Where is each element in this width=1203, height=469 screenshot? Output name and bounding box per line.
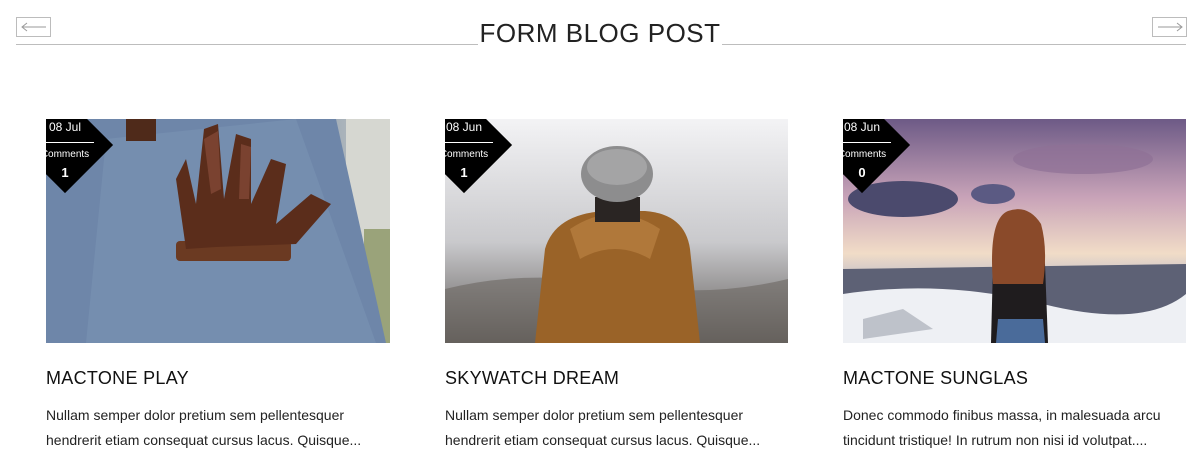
comments-count: 1 <box>460 165 468 180</box>
post-image-link[interactable]: 08 Jul Comments 1 <box>46 119 390 343</box>
next-arrow-button[interactable] <box>1152 17 1187 37</box>
prev-arrow-button[interactable] <box>16 17 51 37</box>
blog-post-card: 08 Jul Comments 1 MACTONE PLAY Nullam se… <box>46 119 390 453</box>
comments-label: Comments <box>46 149 90 160</box>
post-date: 08 Jun <box>445 120 483 134</box>
blog-post-card: 08 Jun Comments 0 MACTONE SUNGLAS Donec … <box>843 119 1186 453</box>
comments-label: Comments <box>843 149 887 160</box>
badge-divider <box>445 142 493 143</box>
post-excerpt: Nullam semper dolor pretium sem pellente… <box>46 407 362 448</box>
comments-count: 0 <box>858 165 866 180</box>
header-divider-right <box>722 44 1186 45</box>
header-divider-left <box>16 44 478 45</box>
arrow-left-icon <box>20 22 46 32</box>
comments-label: Comments <box>445 149 489 160</box>
arrow-right-icon <box>1157 22 1183 32</box>
post-date-badge: 08 Jun Comments 0 <box>843 119 911 194</box>
post-title-link[interactable]: SKYWATCH DREAM <box>445 368 788 389</box>
post-excerpt: Nullam semper dolor pretium sem pellente… <box>445 407 761 448</box>
badge-divider <box>46 142 94 143</box>
blog-post-card: 08 Jun Comments 1 SKYWATCH DREAM Nullam … <box>445 119 788 453</box>
post-date: 08 Jul <box>48 120 82 134</box>
post-date: 08 Jun <box>843 120 881 134</box>
post-image-link[interactable]: 08 Jun Comments 1 <box>445 119 788 343</box>
post-image-link[interactable]: 08 Jun Comments 0 <box>843 119 1186 343</box>
post-date-badge: 08 Jun Comments 1 <box>445 119 513 194</box>
post-date-badge: 08 Jul Comments 1 <box>46 119 114 194</box>
comments-count: 1 <box>61 165 69 180</box>
post-title-link[interactable]: MACTONE SUNGLAS <box>843 368 1186 389</box>
section-title: FORM BLOG POST <box>479 18 721 48</box>
badge-divider <box>843 142 891 143</box>
post-excerpt: Donec commodo finibus massa, in malesuad… <box>843 407 1161 448</box>
post-title-link[interactable]: MACTONE PLAY <box>46 368 390 389</box>
